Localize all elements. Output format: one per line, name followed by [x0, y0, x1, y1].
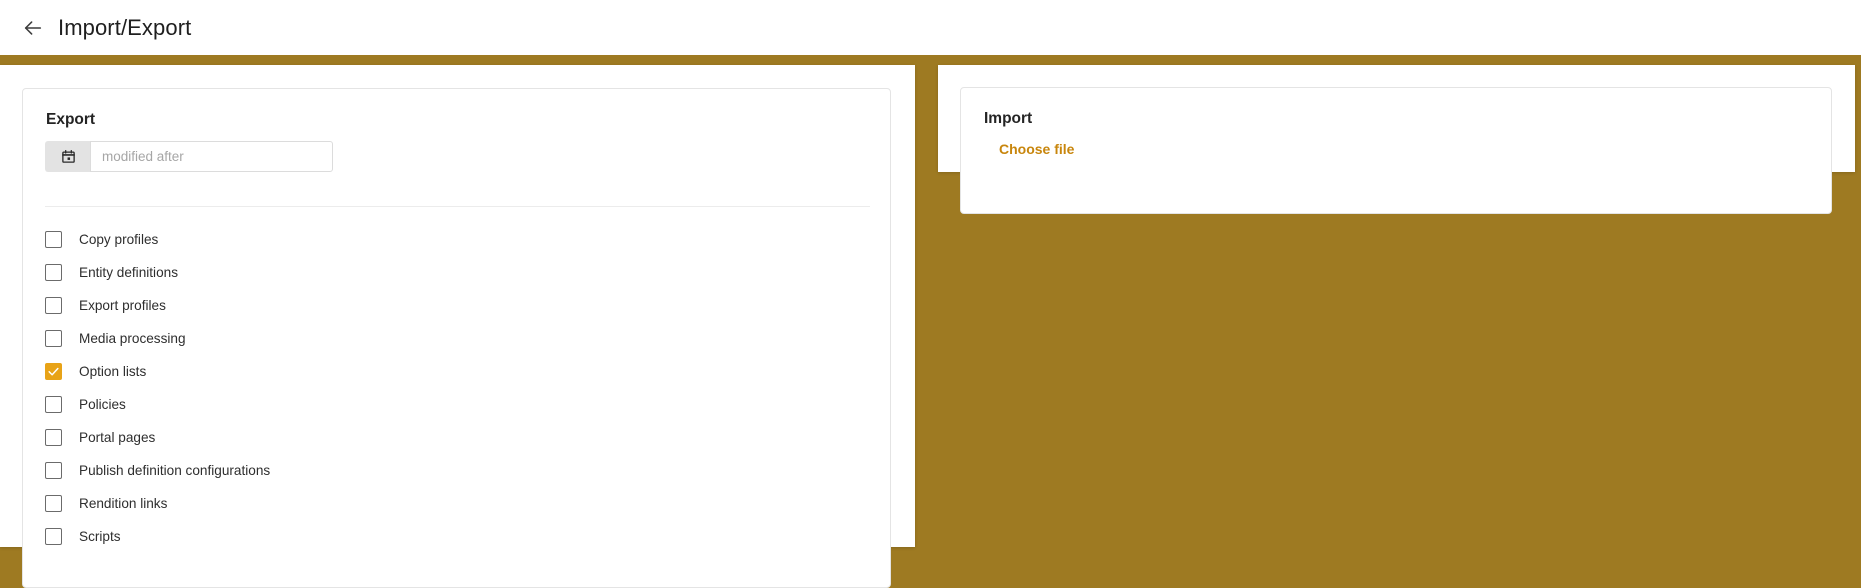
choose-file-button[interactable]: Choose file: [999, 141, 1074, 157]
export-option-label: Publish definition configurations: [79, 463, 271, 478]
page-title: Import/Export: [58, 14, 192, 40]
checkbox-unchecked-icon[interactable]: [45, 429, 62, 446]
checkbox-unchecked-icon[interactable]: [45, 528, 62, 545]
app-bar: Import/Export: [0, 0, 1861, 55]
export-option-label: Media processing: [79, 331, 186, 346]
export-option-label: Portal pages: [79, 430, 156, 445]
export-option-row[interactable]: Media processing: [45, 322, 270, 355]
checkbox-unchecked-icon[interactable]: [45, 396, 62, 413]
export-option-row[interactable]: Scripts: [45, 520, 270, 553]
export-option-row[interactable]: Option lists: [45, 355, 270, 388]
checkbox-unchecked-icon[interactable]: [45, 462, 62, 479]
arrow-left-icon: [22, 17, 44, 39]
checkbox-checked-icon[interactable]: [45, 363, 62, 380]
calendar-icon: [61, 149, 76, 164]
export-option-row[interactable]: Rendition links: [45, 487, 270, 520]
checkbox-unchecked-icon[interactable]: [45, 297, 62, 314]
export-heading: Export: [46, 111, 96, 128]
export-date-filter: [45, 141, 333, 172]
checkbox-unchecked-icon[interactable]: [45, 495, 62, 512]
export-option-row[interactable]: Portal pages: [45, 421, 270, 454]
checkbox-unchecked-icon[interactable]: [45, 330, 62, 347]
checkbox-unchecked-icon[interactable]: [45, 231, 62, 248]
export-option-row[interactable]: Copy profiles: [45, 223, 270, 256]
export-option-label: Entity definitions: [79, 265, 178, 280]
export-option-row[interactable]: Policies: [45, 388, 270, 421]
export-option-label: Export profiles: [79, 298, 166, 313]
export-option-label: Option lists: [79, 364, 147, 379]
export-option-row[interactable]: Export profiles: [45, 289, 270, 322]
export-option-label: Rendition links: [79, 496, 168, 511]
import-panel: Import Choose file: [938, 65, 1855, 214]
export-card: Export Copy profiles Entity definitions Ex…: [22, 88, 891, 588]
import-card: Import Choose file: [960, 87, 1832, 214]
export-option-label: Policies: [79, 397, 126, 412]
calendar-button[interactable]: [45, 141, 90, 172]
export-option-label: Scripts: [79, 529, 121, 544]
export-option-row[interactable]: Publish definition configurations: [45, 454, 270, 487]
back-button[interactable]: [14, 9, 52, 47]
export-option-label: Copy profiles: [79, 232, 159, 247]
import-heading: Import: [984, 110, 1033, 127]
export-option-row[interactable]: Entity definitions: [45, 256, 270, 289]
export-panel: Export Copy profiles Entity definitions Ex…: [0, 65, 915, 588]
modified-after-input[interactable]: [90, 141, 333, 172]
checkbox-unchecked-icon[interactable]: [45, 264, 62, 281]
export-options-list: Copy profiles Entity definitions Export pr…: [45, 223, 270, 553]
export-divider: [45, 206, 870, 207]
